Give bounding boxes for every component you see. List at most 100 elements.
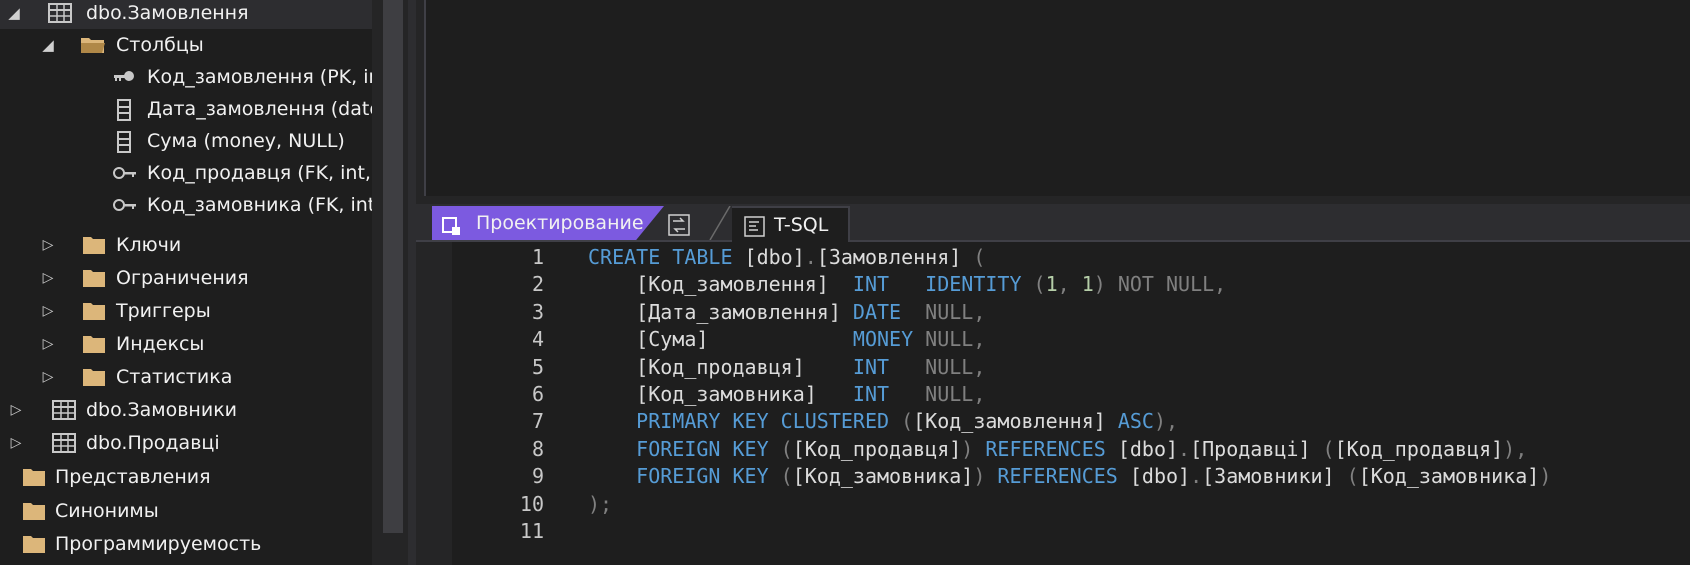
open-folder-icon [80,35,105,55]
code-line[interactable]: 3 [Дата_замовлення] DATE NULL, [416,297,1690,327]
code-token: ( [901,409,914,434]
code-token: [Сума] [588,327,853,352]
code-line[interactable]: 4 [Сума] MONEY NULL, [416,324,1690,354]
code-token: MONEY [852,327,926,352]
folder-icon [22,467,46,487]
code-line[interactable]: 11 [416,516,1690,546]
expand-arrow-icon[interactable]: ▷ [6,394,26,426]
tree-node-label: dbo.Продавці [86,432,220,454]
explorer-scrollbar-thumb[interactable] [383,0,403,533]
code-line[interactable]: 5 [Код_продавця] INT NULL, [416,352,1690,382]
code-token: INT [852,382,926,406]
code-token: [Код_замовника] [792,464,974,489]
code-token: ( [1033,272,1046,297]
tree-node-triggers-folder[interactable]: ▷ Триггеры [0,295,372,327]
code-token: , [1057,272,1082,297]
code-text: FOREIGN KEY ([Код_продавця]) REFERENCES … [588,434,1527,464]
code-token: [Дата_замовлення] [588,299,853,324]
code-text: [Код_замовлення] INT IDENTITY (1, 1) NOT… [588,269,1226,299]
code-text: [Дата_замовлення] DATE NULL, [588,297,985,327]
tree-node-synonyms-folder[interactable]: Синонимы [0,495,372,527]
code-line[interactable]: 10); [416,489,1690,519]
column-icon [115,99,139,121]
code-token: . [1190,464,1203,489]
code-token: ) NOT NULL, [1093,272,1227,297]
table-icon [52,400,76,420]
code-line[interactable]: 2 [Код_замовлення] INT IDENTITY (1, 1) N… [416,269,1690,299]
tree-node-views-folder[interactable]: Представления [0,461,372,493]
tree-node-column[interactable]: Код_замовлення (PK, in [0,61,372,93]
tree-node-label: Программируемость [55,533,262,555]
pane-splitter[interactable] [408,0,416,565]
table-icon [52,433,76,453]
code-text: [Код_продавця] INT NULL, [588,352,985,382]
tree-node-column[interactable]: Сума (money, NULL) [0,125,372,157]
tree-node-table-prodavtsi[interactable]: ▷ dbo.Продавці [0,427,372,459]
line-number: 5 [531,354,544,379]
tree-node-constraints-folder[interactable]: ▷ Ограничения [0,262,372,294]
tree-node-column[interactable]: Код_продавця (FK, int, N [0,157,372,189]
code-token: REFERENCES [985,436,1118,461]
line-number: 7 [531,409,544,434]
code-text: ); [588,489,612,519]
tree-node-column[interactable]: Дата_замовлення (date [0,93,372,125]
tree-node-label: Сума (money, NULL) [147,130,345,152]
expand-arrow-icon[interactable]: ▷ [38,262,58,294]
tree-node-programmability-folder[interactable]: Программируемость [0,528,372,560]
folder-icon [82,235,106,255]
expand-arrow-icon[interactable]: ▷ [38,295,58,327]
tab-design[interactable]: Проектирование [432,206,664,240]
folder-icon [82,367,106,387]
tree-node-statistics-folder[interactable]: ▷ Статистика [0,361,372,393]
code-token: ) [961,436,986,461]
code-line[interactable]: 1 CREATE TABLE [dbo].[Замовлення] ( [416,242,1690,272]
expand-arrow-icon[interactable]: ▷ [38,229,58,261]
expand-arrow-icon[interactable]: ▷ [38,328,58,360]
tree-node-label: Индексы [116,333,205,355]
code-token: [Код_замовлення] [588,272,853,297]
tree-node-columns-folder[interactable]: ◢ Столбцы [0,29,372,61]
tree-node-indexes-folder[interactable]: ▷ Индексы [0,328,372,360]
code-token: [dbo] [1129,464,1191,489]
line-number: 8 [531,436,544,461]
ssms-window: ◢ dbo.Замовлення ◢ Столбцы Код_замовленн… [0,0,1690,565]
folder-icon [22,534,46,554]
code-line[interactable]: 6 [Код_замовника] INT NULL, [416,379,1690,409]
expand-arrow-icon[interactable]: ▷ [38,361,58,393]
collapse-arrow-icon[interactable]: ◢ [38,29,58,61]
code-token: [Код_продавця] [1334,436,1504,461]
code-line[interactable]: 9 FOREIGN KEY ([Код_замовника]) REFERENC… [416,461,1690,491]
tree-node-label: Дата_замовлення (date [147,98,372,120]
tree-node-table-zamovlennia[interactable]: ◢ dbo.Замовлення [0,0,372,29]
tab-tsql[interactable]: T-SQL [732,206,850,242]
code-token: [Код_продавця] [588,354,853,379]
code-token: [dbo] [744,245,805,269]
code-token: ), [1153,409,1179,434]
tree-node-table-zamovnyky[interactable]: ▷ dbo.Замовники [0,394,372,426]
tree-node-keys-folder[interactable]: ▷ Ключи [0,229,372,261]
tree-node-label: Статистика [116,366,233,388]
code-text: CREATE TABLE [dbo].[Замовлення] ( [588,242,985,272]
tree-node-column[interactable]: Код_замовника (FK, int, [0,189,372,221]
code-token: [dbo] [1117,436,1179,461]
primary-key-icon [112,67,136,87]
code-token: [Код_продавця] [792,436,962,461]
code-token: NULL, [925,327,986,352]
line-number: 1 [531,245,544,269]
tab-separator [709,206,731,240]
line-number: 2 [531,272,544,297]
column-grid-area[interactable] [424,0,1690,196]
tree-node-label: Код_замовлення (PK, in [147,66,372,88]
code-line[interactable]: 7 PRIMARY KEY CLUSTERED ([Код_замовлення… [416,406,1690,436]
code-line[interactable]: 8 FOREIGN KEY ([Код_продавця]) REFERENCE… [416,434,1690,464]
collapse-arrow-icon[interactable]: ◢ [4,0,24,29]
tree-node-label: Ключи [116,234,182,256]
code-token: INT [852,354,926,379]
code-token: CREATE TABLE [588,245,745,269]
tree-node-label: Код_замовника (FK, int, [147,194,372,216]
tsql-editor[interactable]: 1 CREATE TABLE [dbo].[Замовлення] (2 [Код… [416,242,1690,565]
tab-design-label: Проектирование [476,212,644,234]
folder-icon [22,501,46,521]
expand-arrow-icon[interactable]: ▷ [6,427,26,459]
code-token: ( [1346,464,1359,489]
